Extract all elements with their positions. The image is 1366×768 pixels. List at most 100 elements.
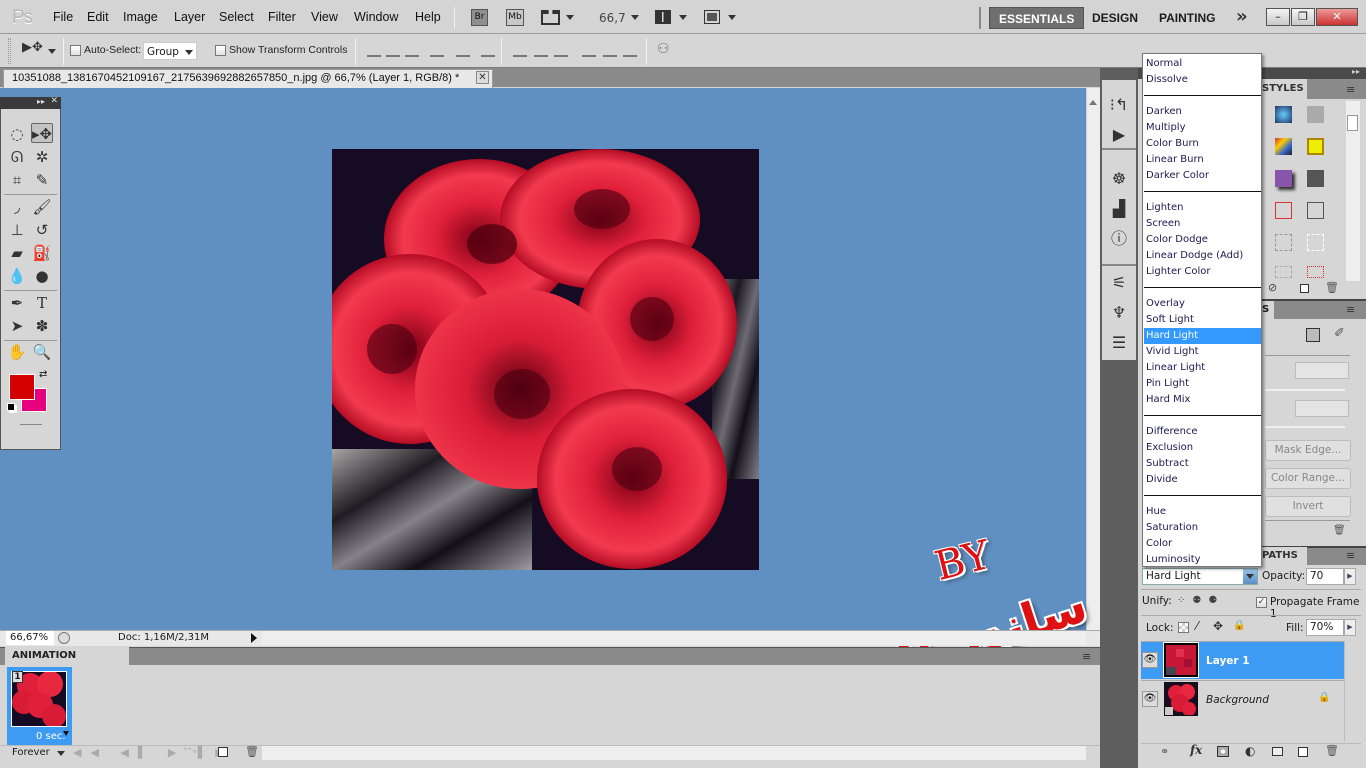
styles-scrollbar[interactable] [1346, 101, 1360, 281]
blend-option-color[interactable]: Color [1144, 536, 1261, 552]
type-tool-icon[interactable]: T [31, 293, 53, 313]
blend-mode-select[interactable]: Hard Light [1142, 568, 1258, 585]
arrange-documents-icon[interactable] [655, 10, 671, 24]
clone-source-icon[interactable]: ☰ [1106, 332, 1132, 354]
new-layer-icon[interactable] [1298, 747, 1308, 757]
marquee-tool-icon[interactable]: ◌ [6, 124, 28, 144]
crop-tool-icon[interactable]: ⌗ [6, 170, 28, 190]
style-swatch[interactable] [1307, 106, 1324, 123]
lock-all-icon[interactable]: 🔒 [1233, 620, 1245, 631]
auto-align-layers-icon[interactable]: ⚇ [657, 41, 670, 57]
layer-thumbnail[interactable] [1164, 682, 1198, 716]
previous-frame-button[interactable] [102, 746, 122, 760]
close-document-icon[interactable]: ✕ [476, 71, 489, 84]
actions-panel-icon[interactable]: ▶ [1106, 124, 1132, 146]
chevron-down-icon[interactable] [185, 50, 193, 55]
add-vector-mask-icon[interactable]: ✐ [1334, 326, 1345, 341]
chevron-down-icon[interactable] [631, 15, 639, 20]
panel-menu-icon[interactable]: ≡ [1346, 83, 1355, 96]
collapse-icon[interactable]: ▸▸ [37, 97, 45, 106]
density-field[interactable] [1295, 362, 1349, 379]
blend-option-screen[interactable]: Screen [1144, 216, 1261, 232]
menu-select[interactable]: Select [219, 10, 254, 24]
blend-option-luminosity[interactable]: Luminosity [1144, 552, 1261, 568]
view-extras-icon[interactable] [541, 10, 560, 25]
new-group-icon[interactable] [1272, 747, 1283, 756]
feather-slider[interactable] [1265, 426, 1345, 428]
navigator-panel-icon[interactable]: ☸ [1106, 168, 1132, 190]
opacity-field[interactable]: 70 [1306, 568, 1344, 585]
frame-delay[interactable]: 0 sec. [36, 731, 66, 742]
blend-option-hard-mix[interactable]: Hard Mix [1144, 392, 1261, 408]
status-options-icon[interactable] [58, 632, 70, 644]
blend-option-lighter-color[interactable]: Lighter Color [1144, 264, 1261, 280]
path-selection-tool-icon[interactable]: ➤ [6, 316, 28, 336]
healing-brush-tool-icon[interactable]: ◞ [6, 197, 28, 217]
link-layers-icon[interactable]: ⚭ [1160, 745, 1169, 758]
masks-tab[interactable]: S [1262, 301, 1274, 319]
history-brush-tool-icon[interactable]: ↺ [31, 220, 53, 240]
move-tool-icon[interactable]: ▶✥ [22, 40, 43, 55]
tool-presets-icon[interactable]: ♆ [1106, 302, 1132, 324]
align-left-icon[interactable] [430, 43, 444, 57]
blend-option-lighten[interactable]: Lighten [1144, 200, 1261, 216]
menu-edit[interactable]: Edit [87, 10, 109, 24]
clone-stamp-tool-icon[interactable]: ⊥ [6, 220, 28, 240]
unify-visibility-icon[interactable] [1194, 595, 1207, 608]
brush-presets-icon[interactable]: ⚟ [1106, 272, 1132, 294]
delete-layer-icon[interactable]: 🗑 [1325, 744, 1339, 757]
blur-tool-icon[interactable]: 💧 [6, 266, 28, 286]
blend-option-normal[interactable]: Normal [1144, 56, 1261, 72]
new-style-icon[interactable] [1300, 284, 1309, 293]
color-range-button[interactable]: Color Range... [1265, 468, 1351, 489]
visibility-eye-icon[interactable]: 👁 [1142, 691, 1158, 707]
blend-option-hue[interactable]: Hue [1144, 504, 1261, 520]
blend-option-soft-light[interactable]: Soft Light [1144, 312, 1261, 328]
blend-option-saturation[interactable]: Saturation [1144, 520, 1261, 536]
workspace-essentials[interactable]: ESSENTIALS [989, 7, 1085, 29]
layer-thumbnail[interactable] [1164, 643, 1198, 677]
status-menu-icon[interactable] [251, 633, 257, 643]
style-swatch[interactable] [1307, 234, 1324, 251]
blend-option-color-burn[interactable]: Color Burn [1144, 136, 1261, 152]
lock-pixels-icon[interactable]: ⁄ [1196, 619, 1198, 633]
distribute-hcenter-icon[interactable] [603, 43, 617, 57]
swap-colors-icon[interactable]: ⇄ [39, 369, 47, 380]
histogram-panel-icon[interactable]: ▟ [1106, 198, 1132, 220]
style-swatch[interactable] [1307, 202, 1324, 219]
chevron-down-icon[interactable] [48, 49, 56, 54]
delete-style-icon[interactable]: 🗑 [1325, 281, 1339, 294]
menu-layer[interactable]: Layer [174, 10, 205, 24]
invert-button[interactable]: Invert [1265, 496, 1351, 517]
add-mask-icon[interactable] [1217, 746, 1229, 757]
unify-position-icon[interactable] [1177, 595, 1190, 608]
menu-image[interactable]: Image [123, 10, 158, 24]
menu-view[interactable]: View [311, 10, 338, 24]
quick-mask-icon[interactable] [20, 424, 42, 425]
visibility-eye-icon[interactable]: 👁 [1142, 652, 1158, 668]
first-frame-button[interactable] [74, 746, 94, 760]
layers-scrollbar[interactable] [1344, 641, 1361, 741]
style-swatch[interactable] [1275, 234, 1292, 251]
blend-option-darken[interactable]: Darken [1144, 104, 1261, 120]
distribute-top-icon[interactable] [513, 43, 527, 57]
blend-option-multiply[interactable]: Multiply [1144, 120, 1261, 136]
layer-name[interactable]: Layer 1 [1206, 655, 1250, 667]
grip[interactable] [8, 38, 11, 64]
show-transform-checkbox[interactable] [215, 45, 226, 56]
foreground-color-swatch[interactable] [9, 374, 35, 400]
mini-bridge-button[interactable]: Mb [506, 9, 524, 26]
lasso-tool-icon[interactable]: ᘏ [6, 147, 28, 167]
propagate-checkbox[interactable]: ✓ [1256, 597, 1267, 608]
align-right-icon[interactable] [481, 43, 495, 57]
panel-menu-icon[interactable]: ≡ [1346, 303, 1355, 316]
auto-select-checkbox[interactable] [70, 45, 81, 56]
play-button[interactable] [132, 746, 148, 760]
bridge-button[interactable]: Br [471, 9, 488, 26]
animation-tab[interactable]: ANIMATION (FRAMES) [5, 647, 129, 679]
add-pixel-mask-icon[interactable] [1306, 328, 1320, 342]
align-vcenter-icon[interactable] [386, 43, 400, 57]
menu-window[interactable]: Window [354, 10, 398, 24]
pen-tool-icon[interactable]: ✒ [6, 293, 28, 313]
default-colors-icon[interactable] [7, 403, 15, 411]
